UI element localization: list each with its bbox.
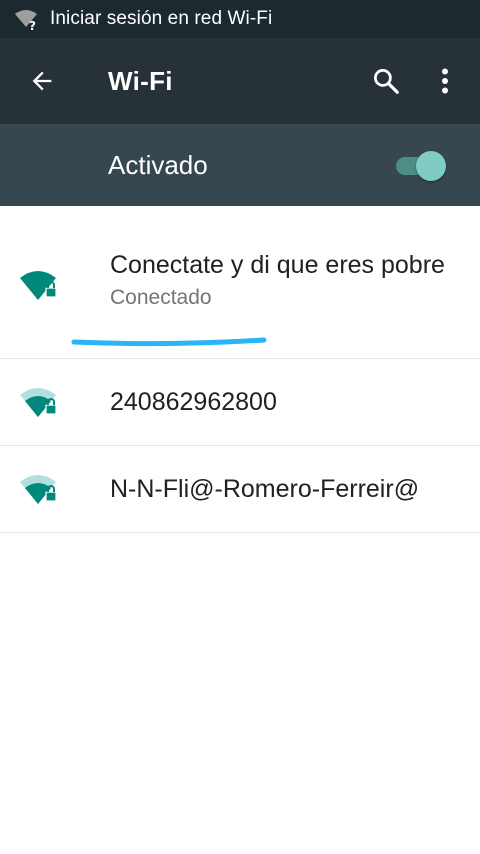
network-item[interactable]: N-N-Fli@-Romero-Ferreir@ [0, 446, 480, 533]
network-item[interactable]: 240862962800 [0, 359, 480, 446]
annotation-underline [71, 337, 267, 347]
page-title: Wi-Fi [108, 65, 173, 96]
network-name: 240862962800 [110, 387, 277, 416]
wifi-signal-lock-icon [18, 470, 60, 506]
network-name: N-N-Fli@-Romero-Ferreir@ [110, 474, 420, 503]
search-button[interactable] [366, 61, 406, 101]
wifi-question-icon: ? [14, 7, 38, 33]
network-list: Conectate y di que eres pobre Conectado … [0, 206, 480, 533]
wifi-switch-label: Activado [108, 149, 208, 180]
more-options-button[interactable] [430, 61, 460, 101]
wifi-toggle-switch[interactable] [394, 145, 450, 185]
app-bar: Wi-Fi [0, 38, 480, 124]
search-icon [374, 69, 399, 94]
wifi-master-switch-bar[interactable]: Activado [0, 124, 480, 206]
toggle-thumb [416, 151, 446, 181]
arrow-left-icon [32, 71, 52, 91]
wifi-signal-lock-icon [18, 383, 60, 419]
network-item-connected[interactable]: Conectate y di que eres pobre Conectado [0, 206, 480, 359]
more-vert-icon [442, 68, 448, 94]
network-status: Conectado [110, 285, 212, 309]
wifi-signal-lock-icon [18, 266, 60, 302]
svg-text:?: ? [29, 19, 36, 31]
back-button[interactable] [22, 61, 62, 101]
status-bar: ? Iniciar sesión en red Wi-Fi [0, 0, 480, 38]
network-name: Conectate y di que eres pobre [110, 250, 445, 279]
status-notification-text: Iniciar sesión en red Wi-Fi [50, 8, 273, 29]
